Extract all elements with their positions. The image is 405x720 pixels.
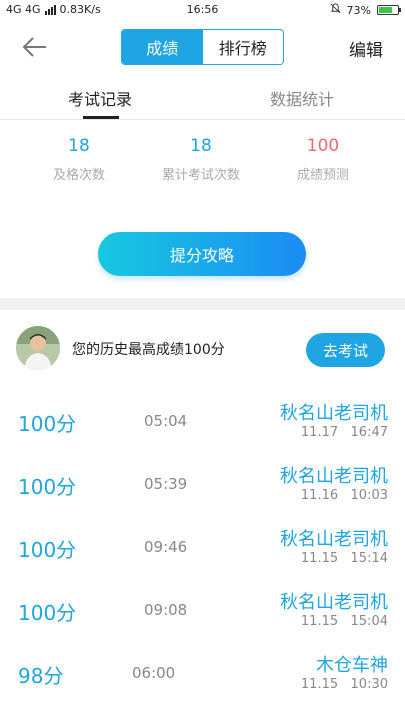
section-divider [0,298,405,310]
record-nickname: 秋名山老司机 [280,592,388,613]
record-datetime: 11.17 16:47 [301,425,388,440]
status-bar: 4G 4G 0.83K/s 16:56 73% [0,0,405,20]
list-item[interactable]: 100分 05:04 秋名山老司机 11.17 16:47 [0,388,405,451]
record-time: 10:30 [350,677,388,692]
stat-value: 18 [190,136,212,156]
take-exam-button[interactable]: 去考试 [306,333,385,367]
list-item[interactable]: 100分 05:39 秋名山老司机 11.16 10:03 [0,451,405,514]
edit-button[interactable]: 编辑 [349,36,383,61]
stat-label: 累计考试次数 [161,168,240,183]
avatar [16,326,60,370]
record-duration: 05:04 [144,412,188,430]
list-item[interactable]: 100分 09:08 秋名山老司机 11.15 15:04 [0,577,405,640]
record-score: 100分 [18,475,77,499]
records-list: 100分 05:04 秋名山老司机 11.17 16:47 100分 05:39… [0,388,405,703]
record-duration: 06:00 [132,664,176,682]
record-duration: 05:39 [144,475,188,493]
stats-panel: 18 及格次数 18 累计考试次数 100 成绩预测 [0,132,405,202]
stat-value: 18 [68,136,90,156]
stat-label: 及格次数 [52,168,105,183]
best-score-row: 您的历史最高成绩100分 去考试 [0,322,405,376]
tab-bar: 考试记录 数据统计 [0,76,405,120]
record-score: 98分 [18,664,64,688]
tab-data-stats[interactable]: 数据统计 [270,86,334,110]
list-item[interactable]: 98分 06:00 木仓车神 11.15 10:30 [0,640,405,703]
record-duration: 09:46 [144,538,188,556]
stat-total-exams: 18 累计考试次数 [136,132,266,183]
record-date: 11.17 [300,425,339,440]
status-right: 73% [330,3,401,17]
record-time: 15:04 [350,614,388,629]
tab-exam-records[interactable]: 考试记录 [68,86,132,110]
record-time: 16:47 [350,425,388,440]
record-date: 11.16 [300,488,339,503]
record-datetime: 11.15 15:04 [301,614,388,629]
record-time: 15:14 [350,551,388,566]
record-score: 100分 [18,412,77,436]
record-datetime: 11.16 10:03 [301,488,388,503]
record-datetime: 11.15 15:14 [301,551,388,566]
record-score: 100分 [18,538,77,562]
tab-active-indicator [83,116,119,119]
record-date: 11.15 [300,614,339,629]
improve-tips-button[interactable]: 提分攻略 [98,232,306,276]
record-datetime: 11.15 10:30 [301,677,388,692]
record-date: 11.15 [300,677,339,692]
record-score: 100分 [18,601,77,625]
bell-mute-icon [330,3,341,17]
record-time: 10:03 [350,488,388,503]
record-nickname: 秋名山老司机 [280,466,388,487]
record-date: 11.15 [300,551,339,566]
record-nickname: 木仓车神 [316,655,388,676]
stat-pass-count: 18 及格次数 [14,132,144,183]
record-nickname: 秋名山老司机 [280,529,388,550]
stat-label: 成绩预测 [296,168,349,183]
best-score-text: 您的历史最高成绩100分 [72,342,225,358]
record-nickname: 秋名山老司机 [280,403,388,424]
segment-ranking[interactable]: 排行榜 [202,30,283,64]
segment-control: 成绩 排行榜 [121,29,284,65]
back-arrow-icon[interactable] [20,32,50,62]
battery-icon [377,5,401,15]
stat-score-prediction: 100 成绩预测 [258,132,388,183]
stat-value: 100 [306,136,340,156]
list-item[interactable]: 100分 09:46 秋名山老司机 11.15 15:14 [0,514,405,577]
battery-percent: 73% [346,3,371,17]
segment-scores[interactable]: 成绩 [122,30,203,64]
header: 成绩 排行榜 编辑 [0,20,405,72]
record-duration: 09:08 [144,601,188,619]
